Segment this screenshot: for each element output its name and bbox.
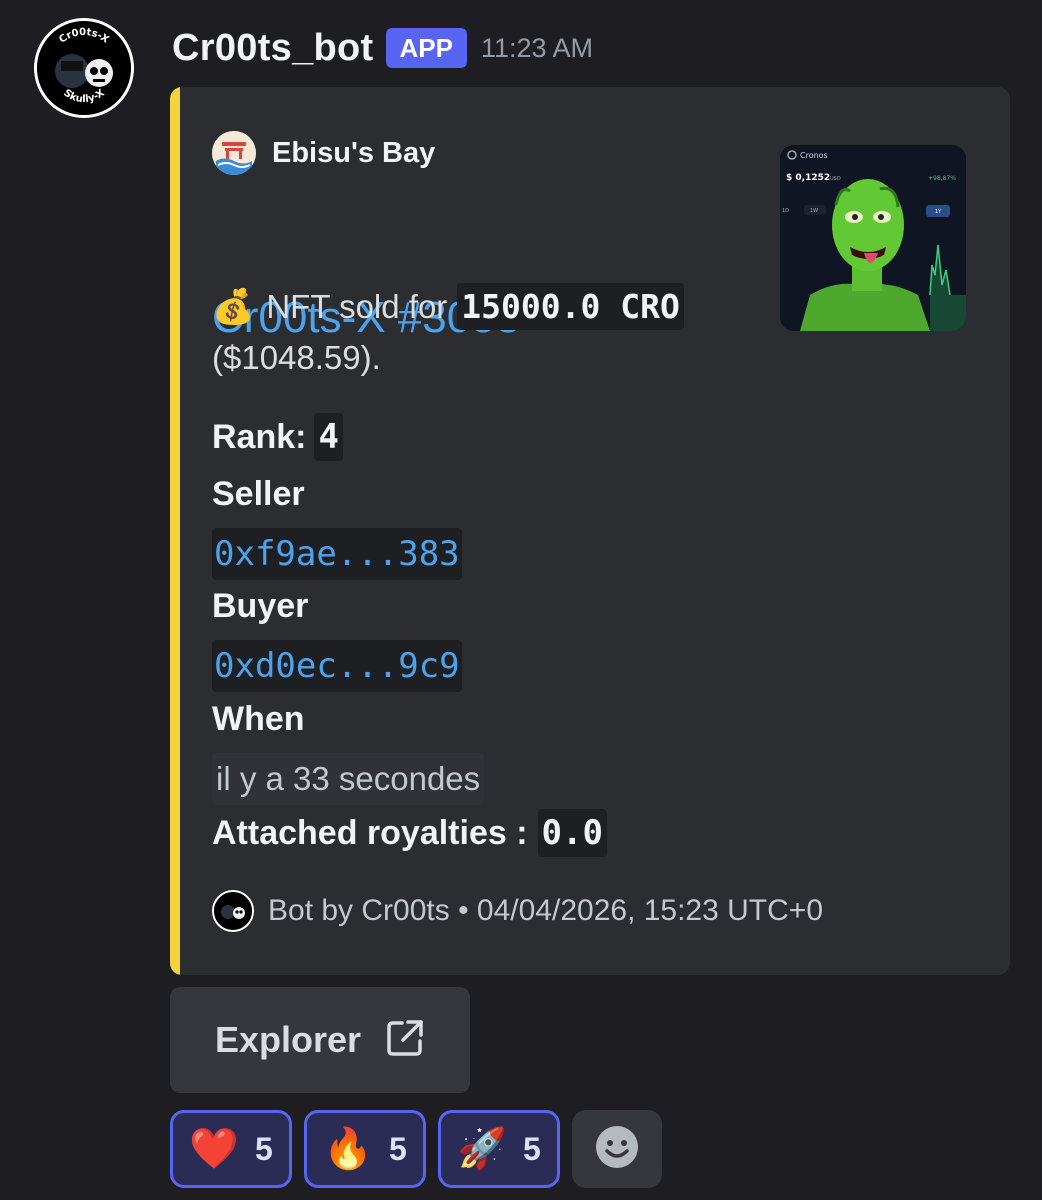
reaction-bar: ❤️ 5 🔥 5 🚀 5 [170, 1110, 662, 1190]
embed-footer: Bot by Cr00ts • 04/04/2026, 15:23 UTC+0 [212, 889, 823, 933]
nft-thumbnail[interactable]: Cronos $ 0,1252 USD +98,87% 1D 1W 1Y [780, 145, 966, 331]
seller-address-link[interactable]: 0xf9ae...383 [212, 528, 462, 580]
message-timestamp[interactable]: 11:23 AM [481, 33, 593, 64]
thumb-app-name: Cronos [800, 151, 828, 160]
buyer-label: Buyer [212, 587, 309, 625]
seller-label: Seller [212, 475, 305, 513]
explorer-button[interactable]: Explorer [170, 987, 470, 1093]
money-bag-icon: 💰 [212, 287, 255, 326]
footer-bot-icon [212, 890, 254, 932]
thumb-tab-1y: 1Y [935, 209, 942, 215]
rank-value: 4 [314, 413, 343, 461]
reaction-count: 5 [523, 1130, 541, 1167]
thumb-price-unit: USD [830, 176, 841, 182]
reaction-rocket[interactable]: 🚀 5 [438, 1110, 560, 1188]
ebisus-bay-icon [212, 131, 256, 175]
royalties-label: Attached royalties : [212, 813, 528, 852]
username[interactable]: Cr00ts_bot [172, 27, 374, 70]
thumb-tab-1w: 1W [810, 208, 818, 214]
reaction-count: 5 [389, 1130, 407, 1167]
embed-author: Ebisu's Bay [212, 131, 435, 175]
explorer-button-label: Explorer [214, 1019, 362, 1060]
footer-text: Bot by Cr00ts • 04/04/2026, 15:23 UTC+0 [268, 894, 823, 927]
heart-icon: ❤️ [189, 1127, 239, 1171]
buyer-address-link[interactable]: 0xd0ec...9c9 [212, 640, 462, 692]
sold-usd: ($1048.59). [212, 339, 381, 376]
sale-description: 💰 NFT sold for 15000.0 CRO [212, 283, 684, 330]
when-label: When [212, 700, 305, 738]
embed-accent-bar [170, 87, 180, 975]
thumb-change: +98,87% [928, 175, 956, 182]
rank-label: Rank: [212, 417, 307, 456]
avatar-image: Cr00ts-X Skully-X [37, 21, 131, 115]
fire-icon: 🔥 [323, 1127, 373, 1171]
app-badge: APP [385, 28, 467, 68]
royalties-value: 0.0 [537, 809, 607, 857]
smiley-icon [594, 1124, 640, 1175]
message-header: Cr00ts_bot APP 11:23 AM [172, 20, 593, 76]
add-reaction-button[interactable] [572, 1110, 662, 1188]
nft-thumbnail-image: Cronos $ 0,1252 USD +98,87% 1D 1W 1Y [780, 145, 966, 331]
external-link-icon [385, 1018, 425, 1063]
sold-amount: 15000.0 CRO [457, 283, 684, 330]
bot-avatar[interactable]: Cr00ts-X Skully-X [34, 18, 134, 118]
thumb-price: $ 0,1252 [786, 173, 830, 183]
reaction-fire[interactable]: 🔥 5 [304, 1110, 426, 1188]
reaction-heart[interactable]: ❤️ 5 [170, 1110, 292, 1188]
when-value[interactable]: il y a 33 secondes [212, 753, 485, 805]
rocket-icon: 🚀 [457, 1127, 507, 1171]
message-container: Cr00ts-X Skully-X Cr00ts_bot APP 11:23 A… [0, 0, 1042, 1200]
reaction-count: 5 [255, 1130, 273, 1167]
rank-field: Rank: 4 [212, 413, 343, 461]
royalties-field: Attached royalties : 0.0 [212, 809, 607, 857]
embed-author-name[interactable]: Ebisu's Bay [272, 137, 435, 170]
sale-embed: Ebisu's Bay Cr00ts-X #3053 💰 NFT sold fo… [170, 87, 1010, 975]
thumb-tab-1d: 1D [782, 208, 789, 214]
sale-usd-line: ($1048.59). [212, 339, 381, 377]
sold-prefix: NFT sold for [266, 287, 448, 325]
